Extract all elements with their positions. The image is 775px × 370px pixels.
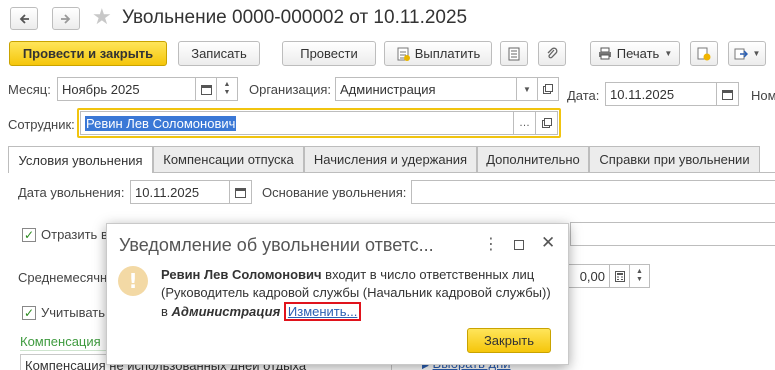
post-button[interactable]: Провести: [282, 41, 376, 66]
tab-dismissal-conditions[interactable]: Условия увольнения: [8, 146, 153, 173]
tab-vacation-compensation[interactable]: Компенсации отпуска: [153, 146, 304, 172]
page-title: Увольнение 0000-000002 от 10.11.2025: [122, 7, 468, 28]
warning-icon: !: [118, 266, 148, 296]
organization-dropdown-button[interactable]: ▼: [517, 77, 538, 101]
attach-button[interactable]: [538, 41, 566, 66]
print-button-label: Печать: [616, 46, 660, 61]
average-earnings-label: Среднемесячн: [18, 270, 108, 285]
dismissal-date-field[interactable]: 10.11.2025: [130, 180, 230, 204]
tab-accruals-deductions[interactable]: Начисления и удержания: [304, 146, 477, 172]
dialog-employee-name: Ревин Лев Соломонович: [161, 267, 322, 282]
number-label: Ном: [751, 88, 775, 103]
chevron-down-icon: ▼: [664, 49, 673, 58]
amount-stepper[interactable]: ▲ ▼: [630, 264, 650, 288]
more-actions-button[interactable]: ▼: [728, 41, 766, 66]
organization-open-button[interactable]: [538, 77, 559, 101]
dialog-close-icon[interactable]: ✕: [541, 233, 555, 253]
chevron-down-icon: ▼: [523, 84, 531, 94]
date-field[interactable]: 10.11.2025: [605, 82, 717, 106]
print-button[interactable]: Печать ▼: [590, 41, 680, 66]
employee-open-button[interactable]: [536, 111, 558, 135]
month-stepper[interactable]: ▲ ▼: [217, 77, 238, 101]
calculator-button[interactable]: [610, 264, 630, 288]
dismissal-date-label: Дата увольнения:: [18, 185, 125, 200]
average-earnings-value: 0,00: [579, 268, 605, 284]
chevron-up-icon: ▲: [636, 268, 643, 275]
dismissal-date-calendar-button[interactable]: [230, 180, 252, 204]
employee-select-button[interactable]: …: [514, 111, 536, 135]
month-field[interactable]: Ноябрь 2025: [57, 77, 196, 101]
save-button[interactable]: Записать: [178, 41, 260, 66]
reflect-checkbox[interactable]: ✓: [22, 228, 36, 242]
dialog-title: Уведомление об увольнении ответс...: [119, 235, 434, 255]
chevron-down-icon: ▼: [636, 276, 643, 283]
export-icon: [734, 48, 748, 59]
dialog-message: Ревин Лев Соломонович входит в число отв…: [161, 266, 561, 321]
date-label: Дата:: [567, 88, 600, 103]
date-calendar-button[interactable]: [717, 82, 739, 106]
post-and-close-button[interactable]: Провести и закрыть: [9, 41, 167, 66]
dismissal-reason-field[interactable]: [411, 180, 775, 204]
dialog-close-button[interactable]: Закрыть: [467, 328, 551, 353]
arrow-right-icon: [61, 13, 71, 24]
organization-field[interactable]: Администрация: [335, 77, 517, 101]
printer-icon: [598, 47, 611, 60]
pay-button-label: Выплатить: [414, 46, 481, 61]
chevron-down-icon: ▼: [752, 49, 761, 58]
change-link[interactable]: Изменить...: [288, 304, 357, 319]
list-icon: [508, 47, 520, 60]
chevron-down-icon: ▼: [223, 89, 231, 96]
arrow-left-icon: [19, 13, 29, 24]
calendar-icon: [722, 89, 733, 100]
pay-button[interactable]: Выплатить: [384, 41, 492, 66]
open-link-icon: [541, 118, 552, 128]
calendar-icon: [200, 84, 212, 95]
organization-label: Организация:: [249, 82, 332, 97]
reflect-field[interactable]: [570, 222, 775, 246]
tab-additional[interactable]: Дополнительно: [477, 146, 589, 172]
favorite-star-icon[interactable]: ★: [92, 5, 112, 29]
forward-button[interactable]: [52, 7, 80, 30]
consider-checkbox[interactable]: ✓: [22, 306, 36, 320]
change-link-highlight: Изменить...: [283, 302, 362, 321]
dialog-organization-name: Администрация: [171, 304, 281, 319]
document-pay-icon: [397, 47, 410, 61]
calendar-icon: [235, 187, 246, 198]
dialog-maximize-icon[interactable]: [514, 240, 524, 250]
employee-value: Ревин Лев Соломонович: [85, 115, 237, 131]
report-clock-icon: [697, 47, 711, 60]
compensation-group-header: Компенсация: [20, 334, 101, 349]
calendar-button[interactable]: [196, 77, 217, 101]
employee-label: Сотрудник:: [8, 117, 75, 132]
notification-dialog: Уведомление об увольнении ответс... ⋮ ✕ …: [106, 223, 569, 365]
tab-certificates[interactable]: Справки при увольнении: [589, 146, 760, 172]
dismissal-reason-label: Основание увольнения:: [262, 185, 407, 200]
chevron-up-icon: ▲: [223, 81, 231, 88]
dialog-more-icon[interactable]: ⋮: [483, 234, 499, 254]
reflect-label: Отразить в: [41, 227, 108, 242]
report-button[interactable]: [690, 41, 718, 66]
paperclip-icon: [547, 47, 558, 58]
employee-field[interactable]: Ревин Лев Соломонович: [80, 111, 514, 135]
back-button[interactable]: [10, 7, 38, 30]
calculator-icon: [614, 270, 625, 282]
month-label: Месяц:: [8, 82, 51, 97]
list-button[interactable]: [500, 41, 528, 66]
consider-label: Учитывать: [41, 305, 106, 320]
open-link-icon: [543, 84, 553, 94]
